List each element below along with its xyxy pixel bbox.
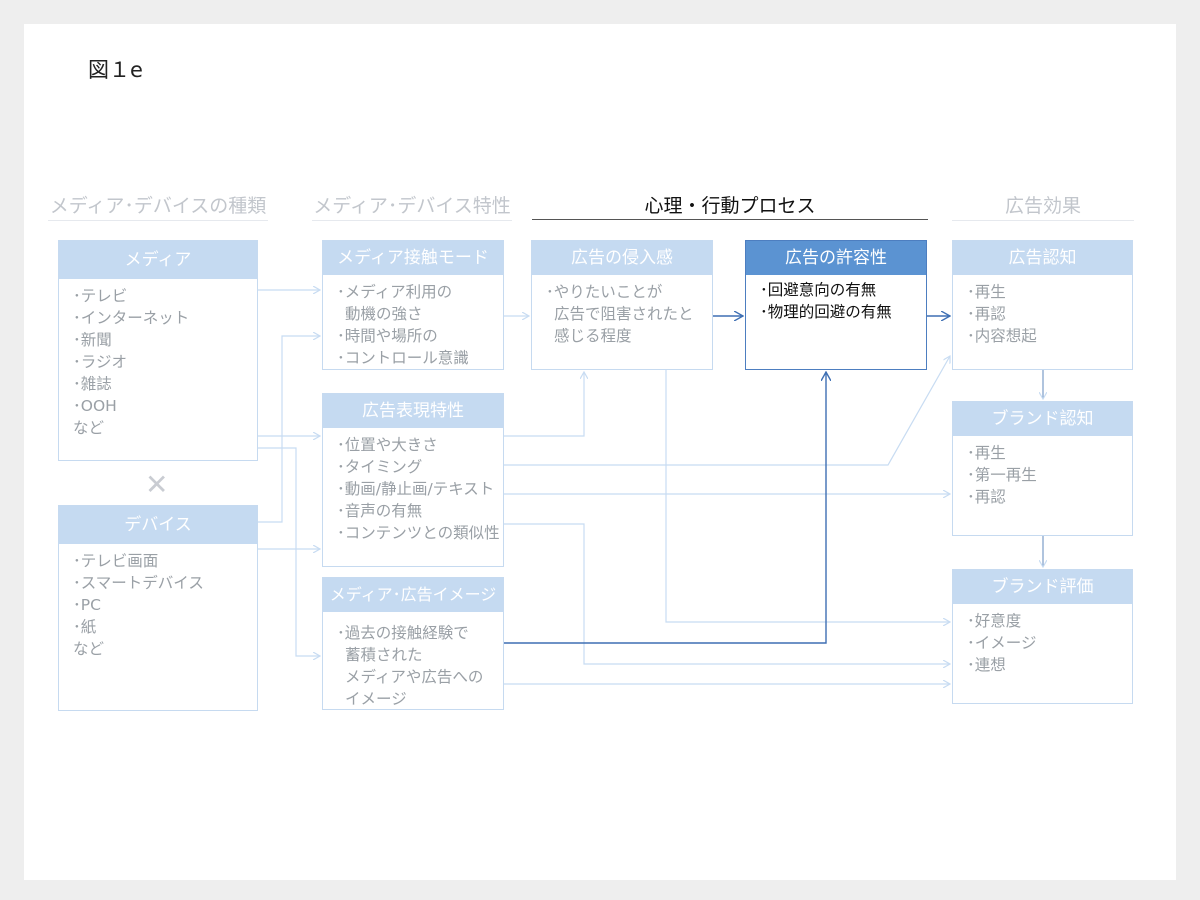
link-media-image-to-acceptance [504,372,826,644]
link-intrusiveness-to-brand-evaluation [665,370,950,622]
link-media-to-media-image [258,447,320,656]
link-ad-expression-to-intrusiveness [504,372,584,437]
link-device-to-contact-mode [258,336,320,523]
connector-lines [258,0,1200,900]
link-ad-expression-to-ad-recognition [504,356,950,466]
